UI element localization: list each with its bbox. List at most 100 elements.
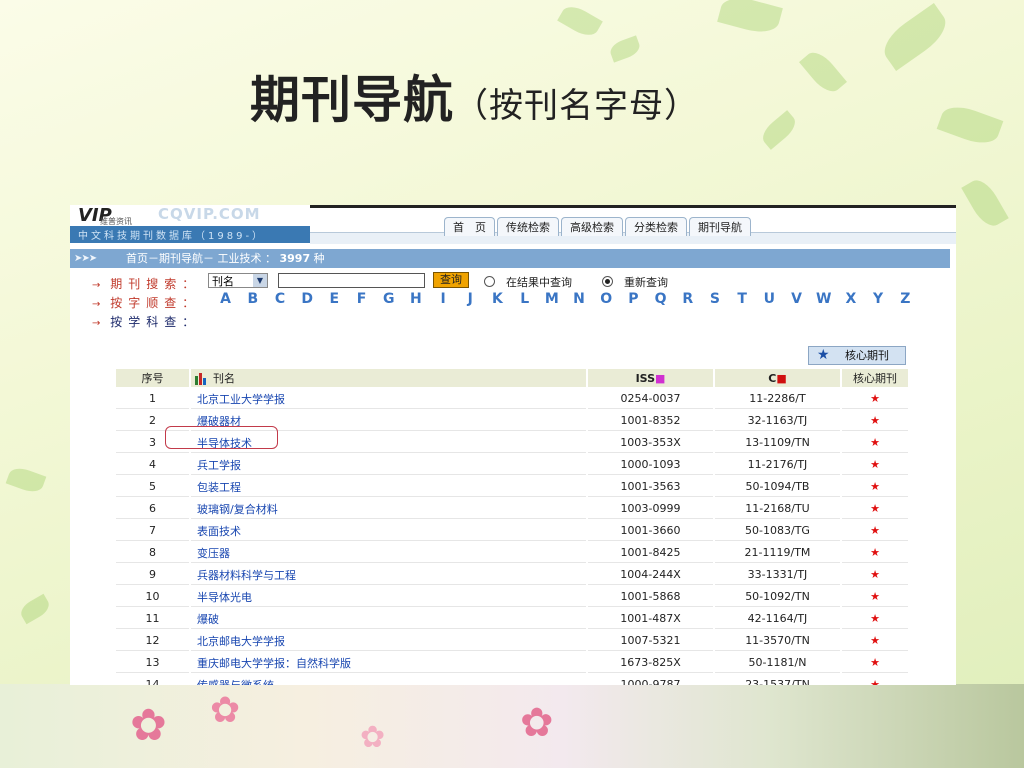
flower-decoration: ✿ (360, 720, 386, 755)
letter-link-y[interactable]: Y (865, 291, 892, 307)
journal-link[interactable]: 兵工学报 (191, 455, 586, 475)
journal-link[interactable]: 传感器与微系统 (191, 675, 586, 686)
bar-chart-icon (195, 372, 207, 385)
table-row: 6 玻璃钢/复合材料 1003-0999 11-2168/TU ★ (116, 499, 908, 519)
core-star-icon: ★ (842, 565, 908, 585)
letter-link-o[interactable]: O (593, 291, 620, 307)
journal-link[interactable]: 半导体光电 (191, 587, 586, 607)
issn-marker-icon: ■ (655, 371, 666, 385)
radio-search-in-results[interactable] (484, 276, 495, 287)
letter-link-f[interactable]: F (348, 291, 375, 307)
core-journal-button[interactable]: ★ 核心期刊 (808, 346, 906, 365)
table-row: 10 半导体光电 1001-5868 50-1092/TN ★ (116, 587, 908, 607)
letter-link-s[interactable]: S (701, 291, 728, 307)
letter-link-n[interactable]: N (565, 291, 592, 307)
header-name: 刊名 (191, 369, 586, 387)
journal-link[interactable]: 兵器材料科学与工程 (191, 565, 586, 585)
query-button[interactable]: 查询 (433, 272, 469, 288)
journal-navigation-page: VIP 维普资讯 CQVIP.COM 中文科技期刊数据库（1989-） 首 页 … (70, 205, 956, 685)
letter-link-z[interactable]: Z (892, 291, 919, 307)
letter-link-e[interactable]: E (321, 291, 348, 307)
slide-title-main: 期刊导航 (250, 71, 454, 129)
table-row: 8 变压器 1001-8425 21-1119/TM ★ (116, 543, 908, 563)
subject-label: → 按学科查： (92, 315, 201, 329)
letter-link-v[interactable]: V (783, 291, 810, 307)
table-row: 1 北京工业大学学报 0254-0037 11-2286/T ★ (116, 389, 908, 409)
cn-marker-icon: ■ (776, 371, 787, 385)
letter-link-r[interactable]: R (674, 291, 701, 307)
letter-link-c[interactable]: C (266, 291, 293, 307)
logo-caption: 维普资讯 (100, 217, 132, 226)
nav-tab-advanced-search[interactable]: 高级检索 (561, 217, 623, 236)
search-input[interactable] (278, 273, 425, 288)
journal-count: 3997 (279, 252, 311, 265)
radio-new-search[interactable] (602, 276, 613, 287)
core-star-icon: ★ (842, 455, 908, 475)
journal-link[interactable]: 北京邮电大学学报 (191, 631, 586, 651)
journal-link[interactable]: 表面技术 (191, 521, 586, 541)
core-star-icon: ★ (842, 521, 908, 541)
logo-url: CQVIP.COM (158, 205, 261, 223)
letter-link-q[interactable]: Q (647, 291, 674, 307)
core-star-icon: ★ (842, 609, 908, 629)
core-journal-button-label: 核心期刊 (845, 349, 889, 362)
core-star-icon: ★ (842, 543, 908, 563)
nav-tab-home[interactable]: 首 页 (444, 217, 495, 236)
breadcrumb: ➤➤➤ 首页－期刊导航－ 工业技术 ： 3997 种 (70, 249, 950, 268)
core-star-icon: ★ (842, 631, 908, 651)
core-star-icon: ★ (842, 433, 908, 453)
letter-link-g[interactable]: G (375, 291, 402, 307)
breadcrumb-path[interactable]: 首页－期刊导航－ 工业技术 ： (126, 252, 276, 265)
letter-link-j[interactable]: J (457, 291, 484, 307)
journal-link[interactable]: 玻璃钢/复合材料 (191, 499, 586, 519)
header-core: 核心期刊 (842, 369, 908, 387)
nav-tab-category-search[interactable]: 分类检索 (625, 217, 687, 236)
table-row: 12 北京邮电大学学报 1007-5321 11-3570/TN ★ (116, 631, 908, 651)
journal-link[interactable]: 包装工程 (191, 477, 586, 497)
header-cn: C■ (715, 369, 840, 387)
letter-link-t[interactable]: T (729, 291, 756, 307)
flower-decoration: ✿ (130, 700, 167, 751)
letter-link-d[interactable]: D (294, 291, 321, 307)
letter-link-h[interactable]: H (402, 291, 429, 307)
core-star-icon: ★ (842, 675, 908, 685)
search-label: → 期刊搜索： (92, 277, 201, 291)
core-star-icon: ★ (842, 477, 908, 497)
table-row: 9 兵器材料科学与工程 1004-244X 33-1331/TJ ★ (116, 565, 908, 585)
letter-link-w[interactable]: W (810, 291, 837, 307)
nav-tab-journal-navigation[interactable]: 期刊导航 (689, 217, 751, 236)
letter-link-i[interactable]: I (430, 291, 457, 307)
letter-link-b[interactable]: B (239, 291, 266, 307)
flower-decoration: ✿ (210, 690, 241, 731)
logo-database-name: 中文科技期刊数据库（1989-） (78, 231, 266, 242)
journal-link[interactable]: 北京工业大学学报 (191, 389, 586, 409)
letter-link-m[interactable]: M (538, 291, 565, 307)
core-star-icon: ★ (842, 499, 908, 519)
arrow-icon: → (92, 280, 101, 291)
journal-link[interactable]: 变压器 (191, 543, 586, 563)
journal-link[interactable]: 重庆邮电大学学报：自然科学版 (191, 653, 586, 673)
letter-link-k[interactable]: K (484, 291, 511, 307)
letter-link-l[interactable]: L (511, 291, 538, 307)
core-star-icon: ★ (842, 653, 908, 673)
alpha-label: → 按字顺查： (92, 296, 201, 310)
letter-link-p[interactable]: P (620, 291, 647, 307)
search-field-select[interactable]: 刊名 ▼ (208, 273, 268, 288)
header-no: 序号 (116, 369, 189, 387)
journal-count-unit: 种 (313, 252, 325, 265)
table-row: 5 包装工程 1001-3563 50-1094/TB ★ (116, 477, 908, 497)
journal-link[interactable]: 爆破 (191, 609, 586, 629)
letter-link-a[interactable]: A (212, 291, 239, 307)
nav-tab-traditional-search[interactable]: 传统检索 (497, 217, 559, 236)
table-row: 4 兵工学报 1000-1093 11-2176/TJ ★ (116, 455, 908, 475)
header-rule (310, 205, 956, 208)
site-logo[interactable]: VIP 维普资讯 CQVIP.COM 中文科技期刊数据库（1989-） (70, 205, 310, 243)
letter-link-x[interactable]: X (837, 291, 864, 307)
main-nav: 首 页 传统检索 高级检索 分类检索 期刊导航 (444, 217, 751, 236)
radio-new-search-label: 重新查询 (624, 276, 668, 289)
header-issn: ISS■ (588, 369, 713, 387)
table-row: 14 传感器与微系统 1000-9787 23-1537/TN ★ (116, 675, 908, 685)
radio-search-in-results-label: 在结果中查询 (506, 276, 572, 289)
table-row: 13 重庆邮电大学学报：自然科学版 1673-825X 50-1181/N ★ (116, 653, 908, 673)
letter-link-u[interactable]: U (756, 291, 783, 307)
